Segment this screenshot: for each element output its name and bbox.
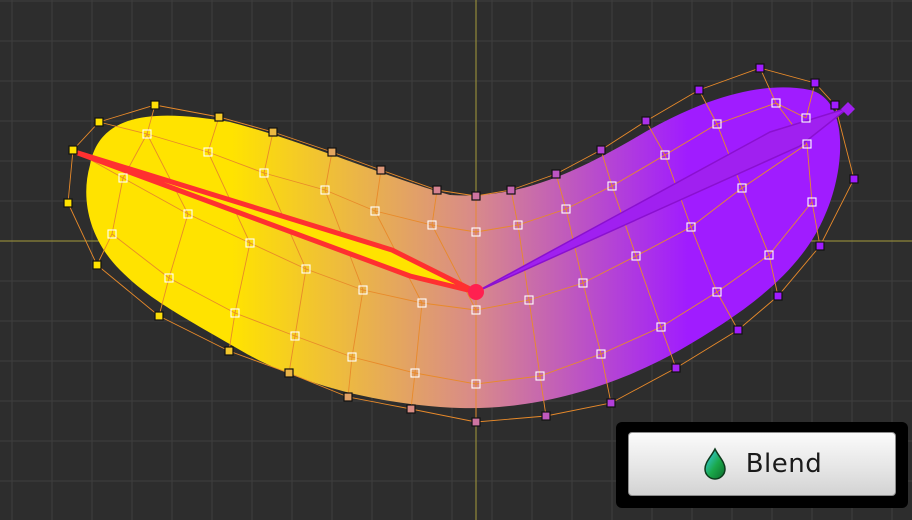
mesh-vertex-handle[interactable] [376,165,386,175]
mesh-vertex-handle[interactable] [471,417,481,427]
mesh-vertex-handle[interactable] [150,100,160,110]
blend-button[interactable]: Blend [628,432,896,496]
mesh-vertex-handle[interactable] [268,127,278,137]
mesh-vertex-handle[interactable] [810,78,820,88]
mesh-vertex-handle[interactable] [154,311,164,321]
mesh-vertex-handle[interactable] [343,392,353,402]
mesh-vertex-handle[interactable] [641,116,651,126]
blend-button-label: Blend [745,449,823,479]
mesh-vertex-handle[interactable] [694,85,704,95]
mesh-vertex-handle[interactable] [406,404,416,414]
bone-tip-joint[interactable] [841,102,855,116]
mesh-editor-canvas[interactable]: Blend [0,0,912,520]
mesh-vertex-handle[interactable] [815,241,825,251]
mesh-vertex-handle[interactable] [596,145,606,155]
mesh-vertex-handle[interactable] [432,185,442,195]
mesh-vertex-handle[interactable] [849,174,859,184]
mesh-vertex-handle[interactable] [63,198,73,208]
mesh-vertex-handle[interactable] [606,398,616,408]
mesh-vertex-handle[interactable] [284,368,294,378]
mesh-vertex-handle[interactable] [327,147,337,157]
mesh-vertex-handle[interactable] [773,291,783,301]
mesh-vertex-handle[interactable] [755,63,765,73]
mesh-vertex-handle[interactable] [224,346,234,356]
bone-root-joint[interactable] [468,284,484,300]
mesh-vertex-handle[interactable] [94,117,104,127]
mesh-vertex-handle[interactable] [830,100,840,110]
mesh-vertex-handle[interactable] [733,325,743,335]
mesh-vertex-handle[interactable] [471,191,481,201]
mesh-vertex-handle[interactable] [541,411,551,421]
blended-shape [86,87,841,409]
mesh-vertex-handle[interactable] [92,260,102,270]
mesh-vertex-handle[interactable] [506,185,516,195]
mesh-vertex-handle[interactable] [671,363,681,373]
mesh-vertex-handle[interactable] [68,145,78,155]
droplet-icon [702,447,728,481]
mesh-vertex-handle[interactable] [551,169,561,179]
blend-tool-panel: Blend [616,422,908,508]
mesh-vertex-handle[interactable] [214,112,224,122]
